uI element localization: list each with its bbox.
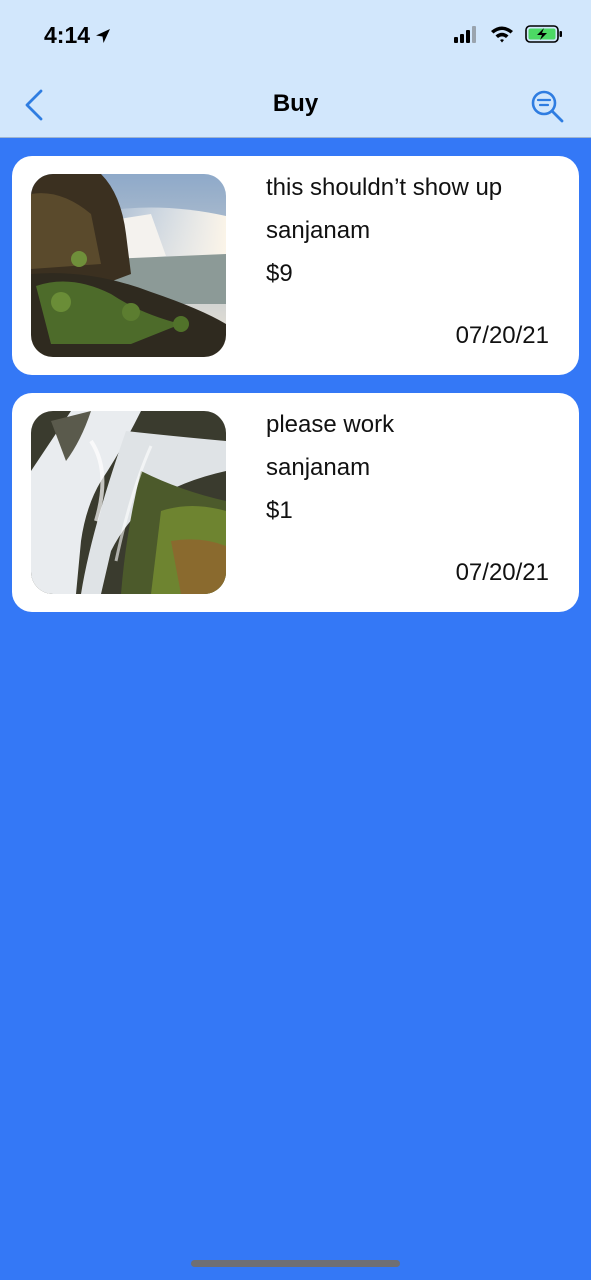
- listing-date: 07/20/21: [455, 322, 549, 349]
- search-filter-icon[interactable]: [529, 88, 565, 124]
- top-bar: 4:14 Buy: [0, 0, 591, 138]
- listing-card[interactable]: this shouldn’t show up sanjanam $9 07/20…: [12, 156, 579, 375]
- page-title: Buy: [272, 90, 319, 117]
- cellular-signal-icon: [454, 26, 476, 43]
- listing-price: $1: [266, 497, 293, 524]
- listing-seller: sanjanam: [266, 217, 371, 244]
- listing-date: 07/20/21: [455, 559, 549, 586]
- status-icons: [453, 24, 563, 44]
- listing-title: this shouldn’t show up: [266, 174, 503, 201]
- listing-list: this shouldn’t show up sanjanam $9 07/20…: [12, 156, 579, 612]
- location-arrow-icon: [96, 28, 111, 43]
- listing-card[interactable]: please work sanjanam $1 07/20/21: [12, 393, 579, 612]
- listing-price: $9: [266, 260, 293, 287]
- home-indicator[interactable]: [191, 1260, 400, 1267]
- battery-charging-icon: [525, 25, 562, 43]
- status-time-text: 4:14: [44, 22, 91, 48]
- listing-image-waterfall-landscape: [31, 174, 226, 357]
- status-time: 4:14: [44, 22, 112, 49]
- listing-image-waterfall-closeup: [31, 411, 226, 594]
- wifi-icon: [491, 26, 513, 43]
- listing-seller: sanjanam: [266, 454, 371, 481]
- listing-title: please work: [266, 411, 395, 438]
